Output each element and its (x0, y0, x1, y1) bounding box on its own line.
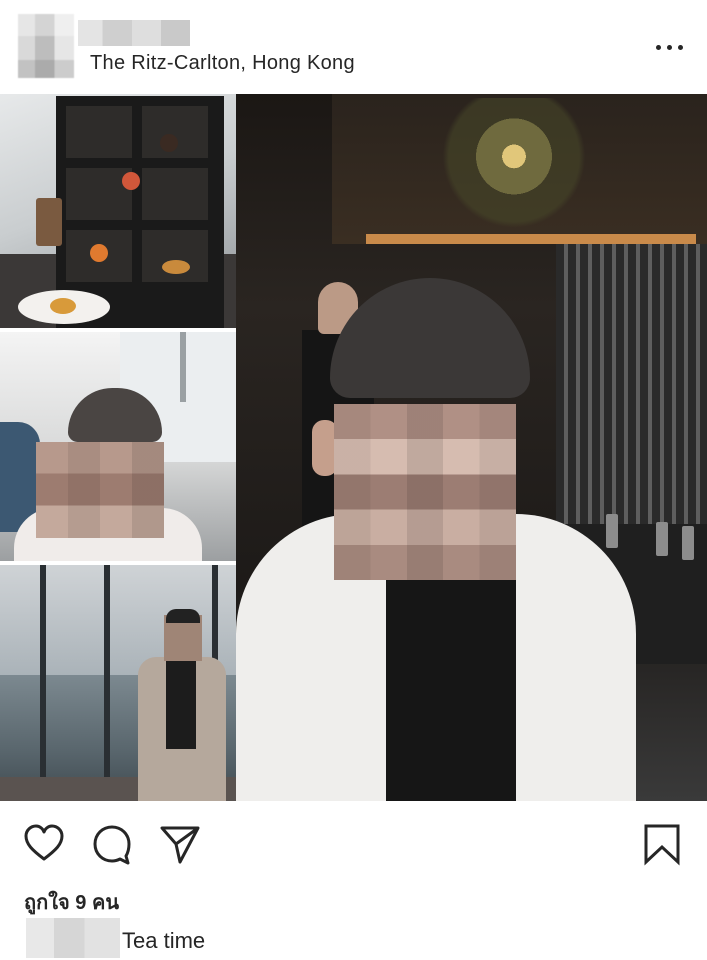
location-link[interactable]: The Ritz-Carlton, Hong Kong (90, 52, 355, 75)
collage-photo-harbour-view (0, 565, 236, 801)
more-options-button[interactable] (652, 32, 686, 62)
pixelated-face (36, 442, 164, 538)
send-icon (160, 826, 200, 864)
bookmark-icon (644, 824, 680, 866)
share-button[interactable] (158, 822, 202, 866)
chandelier (434, 98, 594, 244)
comment-button[interactable] (90, 822, 134, 866)
avatar[interactable] (18, 14, 74, 78)
username-redacted[interactable] (78, 20, 190, 46)
more-dots-icon (678, 45, 683, 50)
caption-text: Tea time (122, 928, 206, 953)
collage-photo-main-selfie (236, 94, 707, 801)
collage-photo-afternoon-tea (0, 94, 236, 328)
iced-drink (36, 198, 62, 246)
pixelated-face (334, 404, 516, 580)
post-image-collage[interactable] (0, 94, 707, 801)
likes-count[interactable]: ถูกใจ 9 คน (24, 886, 119, 918)
tart (50, 298, 76, 314)
like-button[interactable] (22, 822, 66, 866)
save-button[interactable] (640, 822, 684, 866)
heart-icon (24, 824, 64, 861)
post-header: The Ritz-Carlton, Hong Kong (0, 0, 707, 92)
caption-username-redacted[interactable] (26, 918, 120, 958)
more-dots-icon (667, 45, 672, 50)
collage-photo-selfie-window (0, 332, 236, 561)
post-action-bar (0, 808, 707, 878)
comment-icon (93, 825, 131, 865)
more-dots-icon (656, 45, 661, 50)
